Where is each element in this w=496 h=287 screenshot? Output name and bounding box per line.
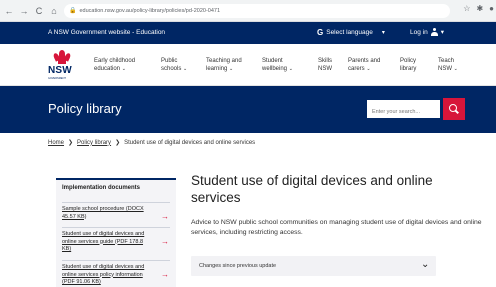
nav-item-student-wellbeing[interactable]: Student wellbeing ⌄ <box>262 57 293 73</box>
browser-toolbar: ← → C ⌂ 🔒 education.nsw.gov.au/policy-li… <box>0 0 496 22</box>
changes-accordion[interactable]: Changes since previous update ⌄ <box>191 256 436 276</box>
implementation-documents-panel: Implementation documents Sample school p… <box>56 178 176 287</box>
breadcrumb: Home ❯ Policy library ❯ Student use of d… <box>48 139 256 147</box>
logo-wordmark: NSW <box>48 65 72 76</box>
reload-icon[interactable]: C <box>33 5 45 17</box>
page-title: Student use of digital devices and onlin… <box>191 173 433 205</box>
breadcrumb-policy-library[interactable]: Policy library <box>77 140 111 146</box>
masthead-text: A NSW Government website - Education <box>48 29 166 36</box>
breadcrumb-home[interactable]: Home <box>48 140 64 146</box>
sidebar-heading: Implementation documents <box>62 185 141 191</box>
profile-icon[interactable]: ● <box>489 4 494 13</box>
arrow-right-icon: → <box>161 212 169 221</box>
nav-item-teach-nsw[interactable]: Teach NSW ⌄ <box>438 57 458 73</box>
nav-item-parents-carers[interactable]: Parents and carers ⌄ <box>348 57 380 73</box>
google-translate-icon: G <box>317 28 324 37</box>
login-label: Log in <box>410 28 428 36</box>
user-icon <box>430 28 438 36</box>
main-navigation: NSW GOVERNMENT Early childhood education… <box>0 44 496 86</box>
nsw-government-logo[interactable]: NSW GOVERNMENT <box>48 50 76 80</box>
banner-title: Policy library <box>48 101 122 116</box>
chevron-down-icon: ⌄ <box>288 66 293 72</box>
nav-item-teaching-learning[interactable]: Teaching and learning ⌄ <box>206 57 242 73</box>
forward-icon[interactable]: → <box>18 5 30 17</box>
search-icon <box>449 104 459 114</box>
chevron-down-icon: ▾ <box>381 30 385 36</box>
search-button[interactable] <box>443 98 465 120</box>
logo-subtext: GOVERNMENT <box>48 77 66 80</box>
language-selector[interactable]: G Select language ▾ <box>317 28 385 37</box>
arrow-right-icon: → <box>161 270 169 279</box>
nav-item-public-schools[interactable]: Public schools ⌄ <box>161 57 187 73</box>
back-icon[interactable]: ← <box>3 5 15 17</box>
nav-item-early-childhood[interactable]: Early childhood education ⌄ <box>94 57 135 73</box>
browser-actions: ☆ ✱ ● <box>463 4 494 13</box>
arrow-right-icon: → <box>161 237 169 246</box>
chevron-right-icon: ❯ <box>115 140 121 146</box>
chevron-down-icon: ⌄ <box>229 66 234 72</box>
government-masthead: A NSW Government website - Education G S… <box>0 22 496 44</box>
chevron-right-icon: ❯ <box>68 140 74 146</box>
waratah-icon <box>52 50 72 64</box>
chevron-down-icon: ⌄ <box>183 66 188 72</box>
search-input[interactable] <box>367 100 440 118</box>
login-button[interactable]: Log in ▾ <box>410 28 444 36</box>
address-bar[interactable]: 🔒 education.nsw.gov.au/policy-library/po… <box>64 3 450 18</box>
breadcrumb-current: Student use of digital devices and onlin… <box>124 139 256 146</box>
chevron-down-icon: ▾ <box>440 29 444 36</box>
nav-item-policy-library[interactable]: Policy library <box>400 57 416 73</box>
chevron-down-icon: ⌄ <box>453 66 458 72</box>
chevron-down-icon: ⌄ <box>421 259 430 270</box>
page-intro: Advice to NSW public school communities … <box>191 219 482 236</box>
sidebar-document-link[interactable]: Student use of digital devices and onlin… <box>62 227 170 254</box>
language-label: Select language <box>326 29 373 36</box>
accordion-label: Changes since previous update <box>199 263 277 269</box>
home-icon[interactable]: ⌂ <box>48 5 60 17</box>
sidebar-document-link[interactable]: Sample school procedure (DOCX 45.57 KB) … <box>62 202 170 221</box>
sidebar-document-link[interactable]: Student use of digital devices and onlin… <box>62 260 170 287</box>
chevron-down-icon: ⌄ <box>121 66 126 72</box>
extensions-icon[interactable]: ✱ <box>476 4 483 13</box>
address-bar-url: education.nsw.gov.au/policy-library/poli… <box>79 7 221 14</box>
nav-item-skills-nsw[interactable]: Skills NSW <box>318 57 332 73</box>
page-banner: Policy library <box>0 86 496 133</box>
bookmark-star-icon[interactable]: ☆ <box>463 4 470 13</box>
chevron-down-icon: ⌄ <box>366 66 371 72</box>
lock-icon: 🔒 <box>69 8 77 14</box>
